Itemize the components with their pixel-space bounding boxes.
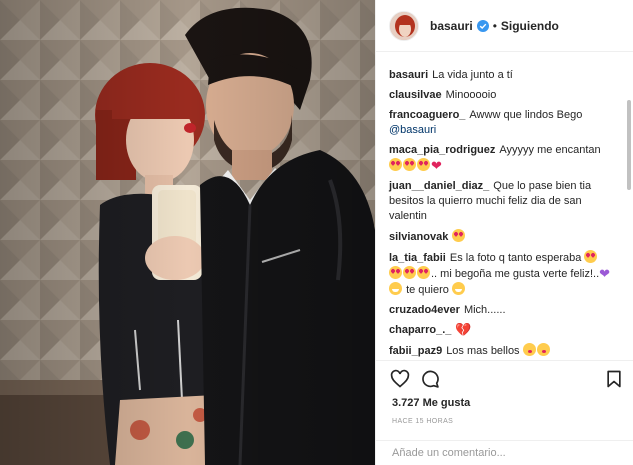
comment-text: Awww que lindos Bego [469,109,583,121]
separator-dot: • [492,18,497,33]
heart-eyes-emoji-icon [452,229,466,242]
post-side-panel: basauri • Siguiendo basauri La vida junto… [375,0,633,465]
mention-link[interactable]: @basauri [389,124,436,136]
action-bar [376,360,633,390]
comment-item: la_tia_fabii Es la foto q tanto esperaba … [389,250,614,298]
couple-selfie-image [0,0,375,465]
verified-badge-icon [476,19,489,32]
instagram-post: basauri • Siguiendo basauri La vida junto… [0,0,633,465]
comments-scrollbar[interactable] [625,60,633,360]
caption-author[interactable]: basauri [389,69,428,81]
comment-item: chaparro_._ 💔 [389,323,614,338]
comment-text: Los mas bellos [446,345,520,357]
save-button[interactable] [604,369,624,389]
comment-list[interactable]: basauri La vida junto a tí clausilvae Mino… [376,52,626,360]
comment-text: Es la foto q tanto esperaba [449,252,582,264]
comment-author[interactable]: chaparro_._ [389,324,451,336]
comment-text: Minooooio [445,89,497,101]
comment-text-continued: .. mi begoña me gusta verte feliz!.. [431,268,600,280]
comment-item: clausilvae Minooooio [389,88,614,103]
heart-eyes-emoji-icon [403,158,416,171]
comment-author[interactable]: clausilvae [389,89,442,101]
broken-heart-emoji-icon: 💔 [455,322,472,337]
kissing-emoji-icon [536,343,550,356]
comment-item: juan__daniel_diaz_ Que lo pase bien tia b… [389,179,614,224]
heart-eyes-emoji-icon [389,266,402,279]
heart-outline-icon [390,369,410,388]
comment-author[interactable]: cruzado4ever [389,304,460,316]
comment-text: Ayyyyy me encantan [499,144,601,156]
purple-heart-emoji-icon: ❤ [599,266,611,281]
comment-author[interactable]: francoaguero_ [389,109,465,121]
heart-eyes-emoji-icon [584,250,598,263]
add-comment-bar [376,440,633,465]
comment-text-end: te quiero [406,284,449,296]
comment-author[interactable]: fabii_paz9 [389,345,442,357]
smiling-emoji-icon [451,282,465,295]
comment-input[interactable] [392,447,612,459]
comment-author[interactable]: juan__daniel_diaz_ [389,180,489,192]
heart-eyes-emoji-icon [417,266,430,279]
speech-bubble-icon [422,370,439,388]
like-button[interactable] [390,369,410,389]
comment-item: francoaguero_ Awww que lindos Bego @basau… [389,108,614,138]
following-button[interactable]: Siguiendo [501,19,559,33]
username-link[interactable]: basauri [430,19,473,33]
heart-eyes-emoji-icon [389,158,402,171]
bookmark-icon [607,370,621,388]
comment-item: fabii_paz9 Los mas bellos [389,343,614,359]
caption-text: La vida junto a tí [432,69,513,81]
avatar[interactable] [389,10,419,41]
comment-author[interactable]: silvianovak [389,231,448,243]
comment-author[interactable]: la_tia_fabii [389,252,446,264]
comment-item: silvianovak [389,229,614,245]
like-count[interactable]: 3.727 Me gusta [392,397,470,409]
heart-eyes-emoji-icon [403,266,416,279]
heart-eyes-emoji-icon [417,158,430,171]
comment-text: Mich...... [463,304,506,316]
red-heart-emoji-icon: ❤ [431,158,442,173]
comment-author[interactable]: maca_pia_rodriguez [389,144,495,156]
grinning-emoji-icon [389,282,402,295]
avatar-image [390,11,418,40]
post-photo[interactable] [0,0,375,465]
post-header: basauri • Siguiendo [376,0,633,52]
caption: basauri La vida junto a tí [389,68,614,83]
comment-item: cruzado4ever Mich...... [389,303,614,318]
comment-button[interactable] [420,369,440,389]
post-timestamp[interactable]: HACE 15 HORAS [392,418,453,425]
comment-item: maca_pia_rodriguez Ayyyyy me encantan ❤ [389,143,614,174]
kissing-emoji-icon [522,343,536,356]
scrollbar-thumb[interactable] [627,100,631,190]
